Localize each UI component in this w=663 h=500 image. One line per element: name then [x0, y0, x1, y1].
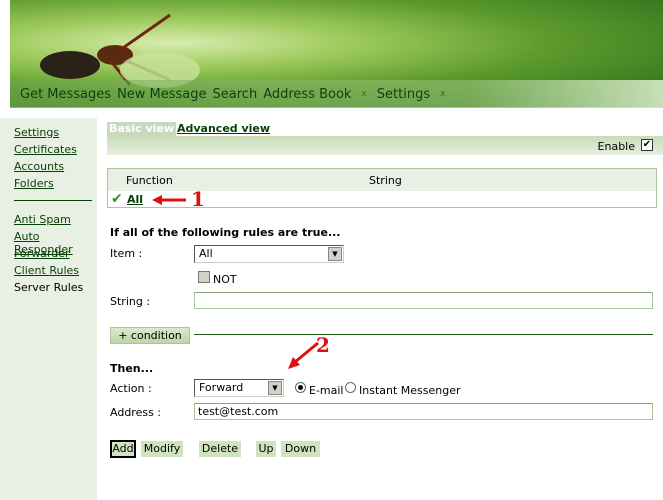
sidebar-item-anti-spam[interactable]: Anti Spam: [14, 213, 71, 226]
action-label: Action :: [110, 382, 152, 395]
modify-button[interactable]: Modify: [141, 441, 183, 457]
add-condition-button[interactable]: + condition: [110, 327, 190, 344]
nav-search[interactable]: Search: [213, 87, 258, 102]
up-button[interactable]: Up: [256, 441, 276, 457]
sidebar-item-server-rules: Server Rules: [14, 281, 84, 294]
item-label: Item :: [110, 247, 143, 260]
nav-new-message[interactable]: New Message: [117, 87, 206, 102]
divider-line: [194, 334, 653, 335]
header-string: String: [369, 174, 402, 187]
annotation-2: 2: [316, 333, 330, 357]
sidebar-divider: [14, 200, 92, 201]
check-icon: ✔: [111, 191, 123, 207]
radio-email[interactable]: [295, 382, 306, 393]
wasp-image: [40, 13, 200, 88]
main-nav: Get Messages New Message Search Address …: [10, 80, 663, 108]
sidebar: Settings Certificates Accounts Folders A…: [0, 118, 97, 500]
chevron-down-icon: ▼: [328, 247, 342, 261]
nav-address-book[interactable]: Address Book: [263, 87, 351, 102]
add-button[interactable]: Add: [110, 440, 136, 458]
chevron-down-icon: ▼: [268, 381, 282, 395]
close-settings-icon[interactable]: x: [440, 89, 445, 99]
enable-checkbox[interactable]: ✔: [641, 139, 653, 151]
nav-settings[interactable]: Settings: [377, 87, 430, 102]
close-address-book-icon[interactable]: x: [361, 89, 366, 99]
not-label: NOT: [213, 273, 237, 286]
radio-instant-messenger[interactable]: [345, 382, 356, 393]
rule-row-all[interactable]: All: [127, 193, 143, 206]
tab-basic-view[interactable]: Basic view: [107, 122, 177, 136]
sidebar-item-folders[interactable]: Folders: [14, 177, 54, 190]
annotation-arrow-1: [152, 195, 186, 205]
address-label: Address :: [110, 406, 162, 419]
string-label: String :: [110, 295, 151, 308]
header-function: Function: [126, 174, 173, 187]
radio-im-label: Instant Messenger: [359, 384, 461, 397]
item-select-value: All: [199, 247, 213, 260]
sidebar-item-settings[interactable]: Settings: [14, 126, 59, 139]
annotation-1: 1: [191, 187, 205, 211]
then-heading: Then...: [110, 362, 154, 375]
sidebar-item-client-rules[interactable]: Client Rules: [14, 264, 79, 277]
item-select[interactable]: All ▼: [194, 245, 344, 263]
address-input[interactable]: test@test.com: [194, 403, 653, 420]
string-input[interactable]: [194, 292, 653, 309]
tab-advanced-view[interactable]: Advanced view: [175, 122, 272, 136]
rule-toolbar: Enable ✔: [107, 136, 663, 155]
delete-button[interactable]: Delete: [199, 441, 241, 457]
enable-label: Enable: [597, 140, 635, 153]
radio-email-label: E-mail: [309, 384, 344, 397]
sidebar-item-certificates[interactable]: Certificates: [14, 143, 77, 156]
sidebar-item-forwarder[interactable]: Forwarder: [14, 247, 70, 260]
action-select[interactable]: Forward ▼: [194, 379, 284, 397]
down-button[interactable]: Down: [281, 441, 320, 457]
conditions-heading: If all of the following rules are true..…: [110, 226, 341, 239]
sidebar-item-accounts[interactable]: Accounts: [14, 160, 64, 173]
nav-get-messages[interactable]: Get Messages: [20, 87, 111, 102]
not-checkbox[interactable]: [198, 271, 210, 283]
action-select-value: Forward: [199, 381, 244, 394]
